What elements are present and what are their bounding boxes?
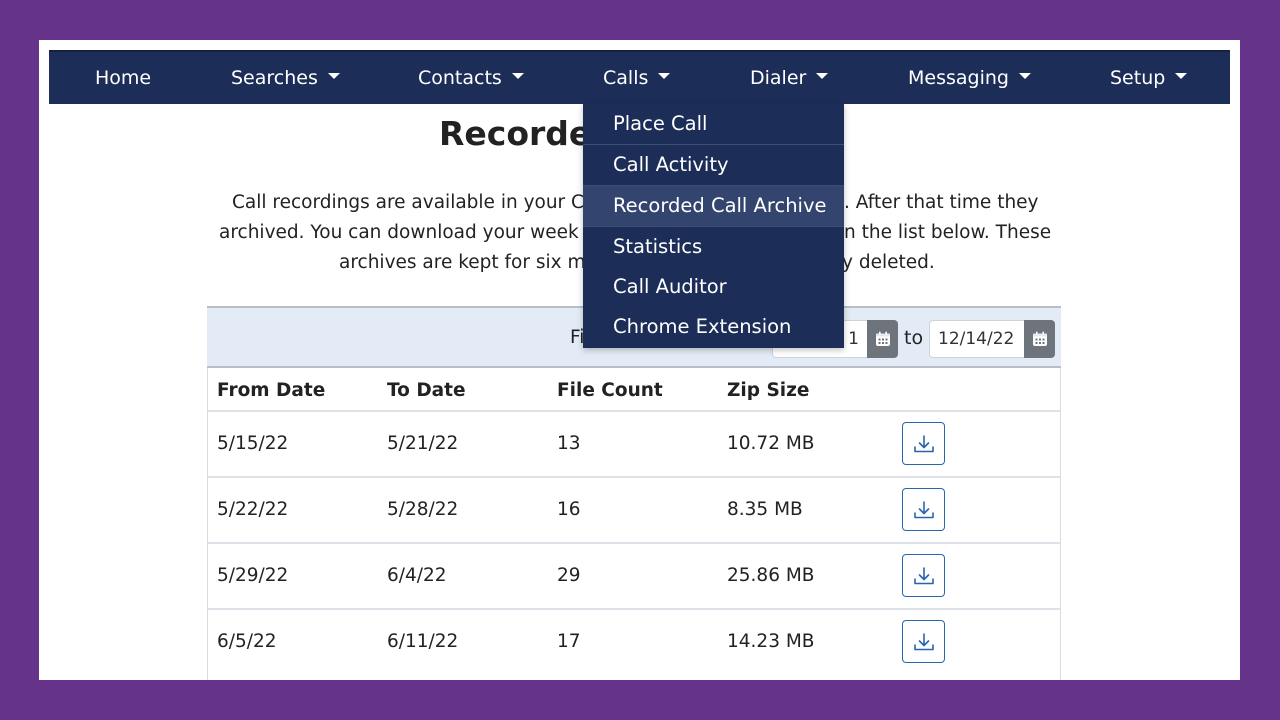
header-zip-size: Zip Size [727, 380, 810, 401]
menu-item-call-auditor[interactable]: Call Auditor [583, 267, 844, 308]
nav-setup-label: Setup [1110, 67, 1166, 89]
intro-line-2-left: archived. You can download your week [219, 222, 579, 243]
table-row: 5/29/22 6/4/22 29 25.86 MB [208, 544, 1060, 610]
table-row: 5/15/22 5/21/22 13 10.72 MB [208, 412, 1060, 478]
intro-line-3-left: archives are kept for six m [339, 252, 586, 273]
cell-to-date: 5/28/22 [387, 499, 459, 520]
download-icon [913, 632, 934, 650]
cell-to-date: 6/11/22 [387, 631, 459, 652]
table-header: From Date To Date File Count Zip Size [208, 368, 1060, 412]
to-label: to [904, 327, 924, 349]
header-file-count: File Count [557, 380, 663, 401]
download-button[interactable] [902, 620, 945, 663]
archive-table: From Date To Date File Count Zip Size 5/… [207, 368, 1061, 680]
download-button[interactable] [902, 488, 945, 531]
nav-calls[interactable]: Calls [603, 52, 671, 104]
caret-down-icon [658, 72, 671, 79]
cell-zip-size: 8.35 MB [727, 499, 803, 520]
cell-from-date: 5/29/22 [217, 565, 289, 586]
cell-to-date: 6/4/22 [387, 565, 447, 586]
download-icon [913, 434, 934, 452]
table-row: 5/22/22 5/28/22 16 8.35 MB [208, 478, 1060, 544]
download-icon [913, 566, 934, 584]
cell-file-count: 16 [557, 499, 581, 520]
nav-dialer-label: Dialer [750, 67, 807, 89]
nav-messaging-label: Messaging [908, 67, 1009, 89]
app-frame: Home Searches Contacts Calls Dialer Mess… [39, 40, 1240, 680]
nav-dialer[interactable]: Dialer [750, 52, 829, 104]
download-icon [913, 500, 934, 518]
nav-contacts[interactable]: Contacts [418, 52, 524, 104]
cell-file-count: 17 [557, 631, 581, 652]
cell-from-date: 5/22/22 [217, 499, 289, 520]
to-date-calendar-button[interactable] [1024, 320, 1055, 358]
intro-line-1-left: Call recordings are available in your C [232, 192, 584, 213]
download-button[interactable] [902, 422, 945, 465]
calendar-icon [875, 331, 890, 346]
caret-down-icon [327, 72, 340, 79]
cell-file-count: 13 [557, 433, 581, 454]
cell-to-date: 5/21/22 [387, 433, 459, 454]
nav-setup[interactable]: Setup [1110, 52, 1188, 104]
cell-from-date: 6/5/22 [217, 631, 277, 652]
caret-down-icon [1018, 72, 1031, 79]
nav-calls-label: Calls [603, 67, 649, 89]
main-navbar: Home Searches Contacts Calls Dialer Mess… [49, 50, 1230, 104]
nav-home-label: Home [95, 67, 152, 89]
nav-searches[interactable]: Searches [231, 52, 340, 104]
cell-zip-size: 10.72 MB [727, 433, 815, 454]
nav-home[interactable]: Home [95, 52, 151, 104]
cell-zip-size: 25.86 MB [727, 565, 815, 586]
nav-messaging[interactable]: Messaging [908, 52, 1031, 104]
caret-down-icon [816, 72, 829, 79]
intro-line-2-right: n the list below. These [844, 222, 1052, 243]
menu-item-statistics[interactable]: Statistics [583, 226, 844, 267]
header-to-date: To Date [387, 380, 466, 401]
nav-contacts-label: Contacts [418, 67, 502, 89]
intro-line-3-right: y deleted. [842, 252, 935, 273]
table-row: 6/5/22 6/11/22 17 14.23 MB [208, 610, 1060, 676]
calendar-icon [1032, 331, 1047, 346]
header-from-date: From Date [217, 380, 326, 401]
menu-item-chrome-extension[interactable]: Chrome Extension [583, 307, 844, 348]
menu-item-place-call[interactable]: Place Call [583, 104, 844, 145]
calls-dropdown-menu: Place Call Call Activity Recorded Call A… [583, 104, 844, 348]
page-title: Recorde [439, 114, 592, 153]
download-button[interactable] [902, 554, 945, 597]
menu-item-recorded-call-archive[interactable]: Recorded Call Archive [583, 185, 844, 226]
caret-down-icon [1175, 72, 1188, 79]
caret-down-icon [511, 72, 524, 79]
from-date-calendar-button[interactable] [867, 320, 898, 358]
cell-file-count: 29 [557, 565, 581, 586]
nav-searches-label: Searches [231, 67, 318, 89]
to-date-input[interactable]: 12/14/22 [929, 320, 1025, 358]
menu-item-call-activity[interactable]: Call Activity [583, 144, 844, 185]
cell-zip-size: 14.23 MB [727, 631, 815, 652]
intro-line-1-right: . After that time they [844, 192, 1039, 213]
cell-from-date: 5/15/22 [217, 433, 289, 454]
